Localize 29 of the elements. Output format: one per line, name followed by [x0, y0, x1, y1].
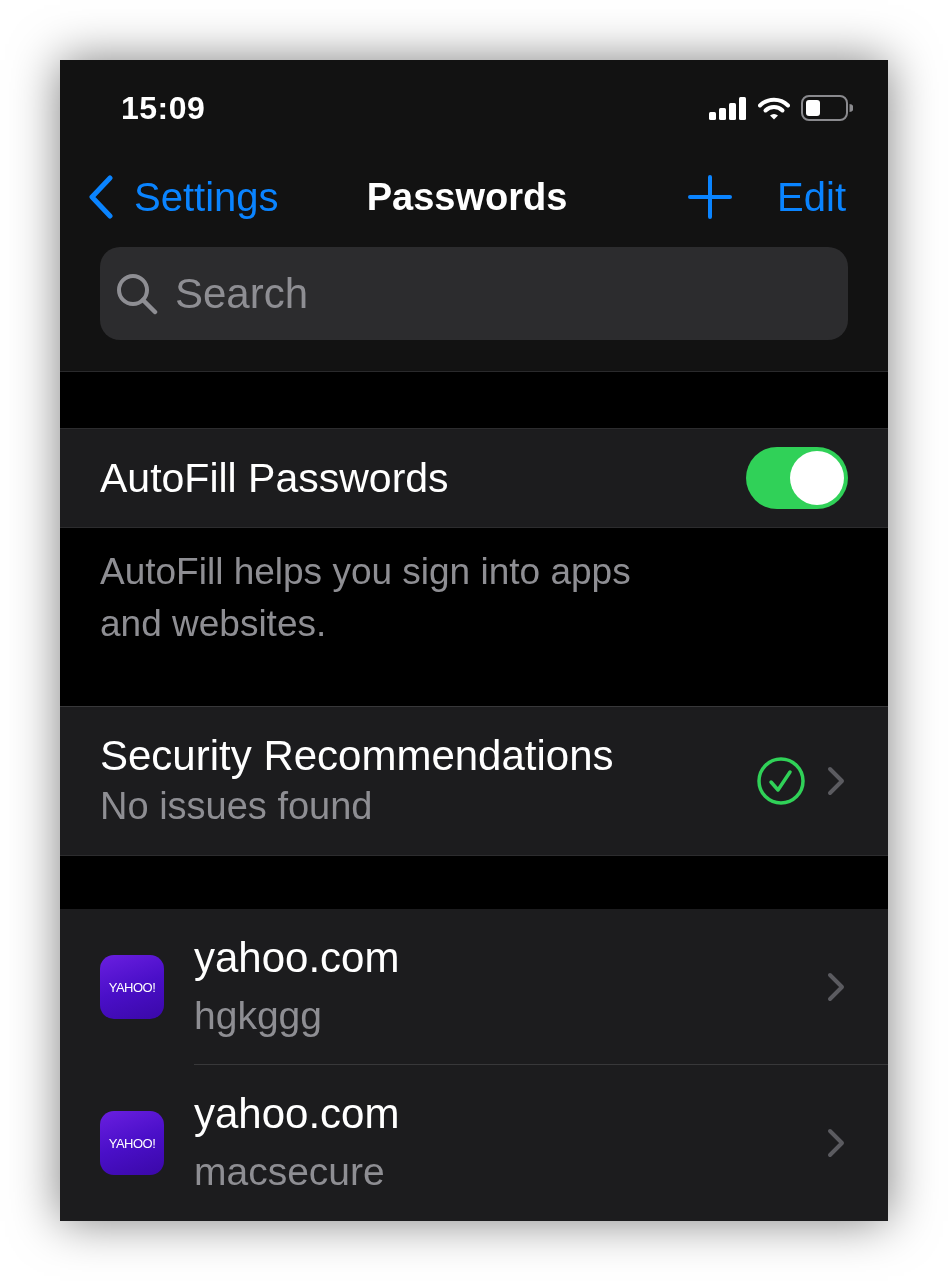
row-title: yahoo.com	[194, 932, 400, 983]
signal-icon	[709, 96, 747, 120]
row-title: Security Recommendations	[100, 731, 614, 781]
back-chevron-icon	[88, 175, 114, 219]
check-circle-icon	[757, 757, 805, 805]
row-subtitle: macsecure	[194, 1149, 386, 1195]
search-field[interactable]: Search	[100, 247, 848, 340]
row-label: AutoFill Passwords	[100, 454, 449, 502]
search-icon	[116, 273, 158, 315]
security-row[interactable]: Security Recommendations No issues found	[60, 706, 888, 856]
battery-icon	[801, 95, 853, 121]
password-row[interactable]: YAHOO! yahoo.com macsecure	[60, 1065, 888, 1221]
plus-icon	[688, 175, 733, 219]
chevron-icon	[826, 970, 846, 1003]
chevron-icon	[826, 1127, 846, 1159]
row-subtitle: hgkggg	[194, 992, 323, 1039]
add-button[interactable]	[688, 175, 733, 219]
footer-text: AutoFill helps you sign into apps and websites.	[100, 550, 632, 646]
app-logo: YAHOO!	[100, 955, 164, 1019]
row-title: yahoo.com	[194, 1089, 400, 1139]
status-time: 15:09	[121, 89, 206, 127]
back-button[interactable]: Settings	[88, 174, 279, 220]
chevron-icon	[826, 765, 846, 797]
edit-button[interactable]: Edit	[777, 174, 846, 220]
password-row[interactable]: YAHOO! yahoo.com hgkggg	[60, 909, 888, 1065]
app-logo: YAHOO!	[100, 1111, 164, 1175]
wifi-icon	[758, 96, 790, 120]
row-subtitle: No issues found	[100, 784, 374, 829]
page-title: Passwords	[366, 175, 568, 219]
